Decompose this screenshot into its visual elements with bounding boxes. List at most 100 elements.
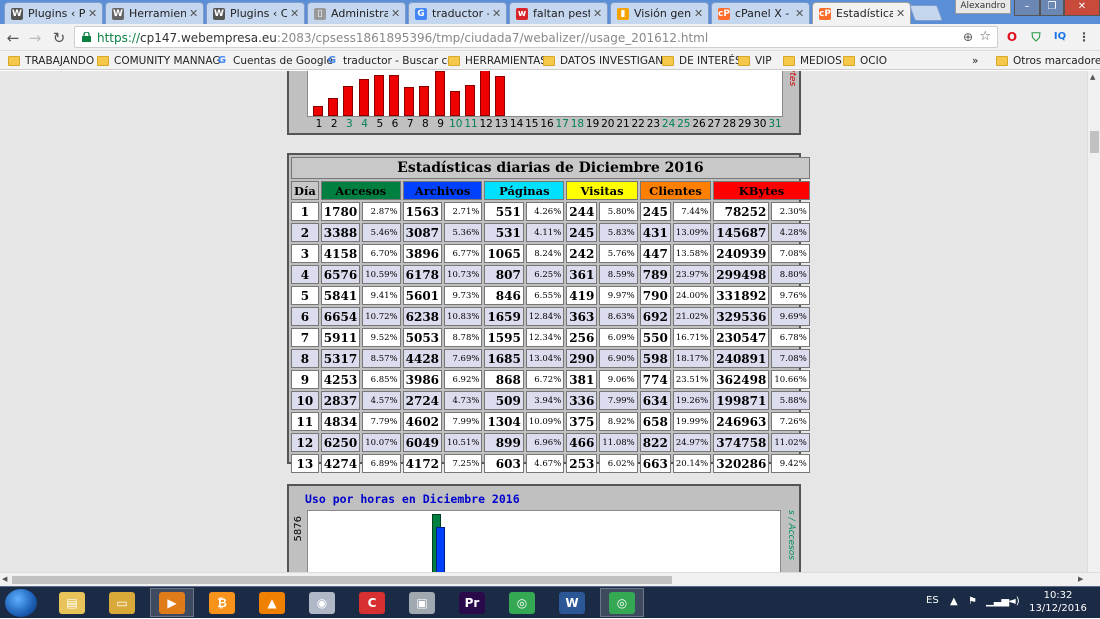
taskbar-app-8[interactable]: Pr	[450, 588, 494, 617]
cell-acc: 4158	[320, 244, 361, 263]
tab-7[interactable]: cP cPanel X - V✕	[711, 2, 810, 24]
profile-button[interactable]: Alexandro	[955, 0, 1011, 14]
cell-arc: 1563	[402, 202, 443, 221]
premiere-icon: Pr	[459, 591, 485, 614]
cell-vis: 419	[566, 286, 598, 305]
minimize-button[interactable]: –	[1014, 0, 1040, 16]
horizontal-scroll-thumb[interactable]	[12, 576, 672, 584]
language-indicator[interactable]: ES	[926, 595, 939, 606]
close-icon[interactable]: ✕	[290, 7, 300, 20]
taskbar-app-9[interactable]: ◎	[500, 588, 544, 617]
taskbar-app-5[interactable]: ◉	[300, 588, 344, 617]
kbytes-bar	[373, 75, 384, 116]
taskbar-app-11[interactable]: ◎	[600, 588, 644, 617]
zoom-icon[interactable]: ⊕	[963, 30, 973, 44]
iq-extension-icon[interactable]: IQ	[1052, 29, 1068, 45]
cell-cli: 789	[639, 265, 671, 284]
taskbar-app-1[interactable]: ▭	[100, 588, 144, 617]
table-row: 1 1780 2.87% 1563 2.71% 551 4.26% 244 5.80% 245 7.…	[291, 202, 810, 221]
shield-extension-icon[interactable]: ⛉	[1028, 29, 1044, 45]
tab-5[interactable]: w faltan pesta✕	[509, 2, 608, 24]
taskbar-app-7[interactable]: ▣	[400, 588, 444, 617]
opera-extension-icon[interactable]: O	[1004, 29, 1020, 45]
close-icon[interactable]: ✕	[593, 7, 603, 20]
tab-8[interactable]: cP Estadísticas✕	[812, 2, 911, 24]
tab-3[interactable]: ▯ Administra ✕	[307, 2, 406, 24]
close-window-button[interactable]: ✕	[1064, 0, 1100, 16]
taskbar-app-10[interactable]: W	[550, 588, 594, 617]
day-tick-label: 22	[631, 118, 645, 130]
bookmark-7[interactable]: VIP	[738, 53, 772, 68]
cell-cli: 692	[639, 307, 671, 326]
tray-expand-icon[interactable]: ▲	[950, 596, 958, 607]
cell-dia: 13	[291, 454, 319, 473]
cell-acc: 6654	[320, 307, 361, 326]
bookmark-star-icon[interactable]: ☆	[979, 29, 991, 44]
bookmark-2[interactable]: G Cuentas de Google	[216, 53, 333, 68]
cell-cli: 550	[639, 328, 671, 347]
bookmark-0[interactable]: TRABAJANDO	[8, 53, 94, 68]
cell-pagp: 6.72%	[525, 370, 565, 389]
cell-visp: 8.59%	[599, 265, 638, 284]
browser-chrome: WPlugins ‹ Pr✕WHerramienta✕WPlugins ‹ Cr…	[0, 0, 1100, 70]
tab-0[interactable]: W Plugins ‹ Pr ✕	[4, 2, 103, 24]
cell-vis: 336	[566, 391, 598, 410]
close-icon[interactable]: ✕	[189, 7, 199, 20]
bookmarks-overflow[interactable]: »	[972, 53, 978, 68]
vertical-scroll-thumb[interactable]	[1090, 131, 1099, 153]
volume-icon[interactable]: ◄)	[1008, 596, 1020, 607]
maximize-button[interactable]: ❐	[1040, 0, 1064, 16]
cell-acc: 6576	[320, 265, 361, 284]
tab-4[interactable]: Gtraductor - ✕	[408, 2, 507, 24]
taskbar-app-0[interactable]: ▤	[50, 588, 94, 617]
clock[interactable]: 10:32 13/12/2016	[1028, 589, 1088, 615]
cell-cli: 790	[639, 286, 671, 305]
close-icon[interactable]: ✕	[88, 7, 98, 20]
bookmark-5[interactable]: DATOS INVESTIGAND	[543, 53, 671, 68]
day-tick-label: 5	[376, 118, 384, 130]
close-icon[interactable]: ✕	[694, 7, 704, 20]
day-tick-label: 30	[753, 118, 767, 130]
network-icon[interactable]: ▁▃▅	[986, 596, 1009, 607]
bookmark-6[interactable]: DE INTERÉS	[662, 53, 742, 68]
vertical-scrollbar[interactable]: ▲	[1087, 71, 1100, 572]
cell-visp: 8.92%	[599, 412, 638, 431]
other-bookmarks[interactable]: Otros marcadores	[996, 53, 1100, 68]
close-icon[interactable]: ✕	[492, 7, 502, 20]
taskbar-app-6[interactable]: C	[350, 588, 394, 617]
action-center-icon[interactable]: ⚑	[968, 596, 977, 607]
close-icon[interactable]: ✕	[795, 7, 805, 20]
menu-icon[interactable]: ⋮	[1076, 29, 1092, 45]
bookmark-9[interactable]: OCIO	[843, 53, 887, 68]
forward-button[interactable]: →	[26, 29, 44, 47]
cell-vis: 466	[566, 433, 598, 452]
close-icon[interactable]: ✕	[896, 7, 906, 20]
start-button[interactable]	[5, 589, 37, 617]
scroll-left-icon[interactable]: ◀	[2, 575, 7, 583]
tab-2[interactable]: W Plugins ‹ Cr ✕	[206, 2, 305, 24]
scroll-up-icon[interactable]: ▲	[1090, 73, 1095, 81]
scroll-right-icon[interactable]: ▶	[1078, 575, 1083, 583]
reload-button[interactable]: ↻	[50, 29, 68, 47]
cell-kbp: 4.28%	[771, 223, 810, 242]
kbytes-bar	[389, 75, 399, 116]
table-row: 2 3388 5.46% 3087 5.36% 531 4.11% 245 5.83% 431 13…	[291, 223, 810, 242]
taskbar-app-2[interactable]: ▶	[150, 588, 194, 617]
tab-1[interactable]: W Herramienta✕	[105, 2, 204, 24]
taskbar-app-4[interactable]: ▲	[250, 588, 294, 617]
folder-icon	[97, 55, 109, 66]
tab-6[interactable]: ▮ Visión gene✕	[610, 2, 709, 24]
taskbar-app-3[interactable]: ₿	[200, 588, 244, 617]
address-bar[interactable]: https://cp147.webempresa.eu:2083/cpsess1…	[74, 26, 998, 48]
back-button[interactable]: ←	[4, 29, 22, 47]
bookmark-8[interactable]: MEDIOS	[783, 53, 842, 68]
close-icon[interactable]: ✕	[391, 7, 401, 20]
bookmark-4[interactable]: HERRAMIENTAS	[448, 53, 547, 68]
cell-dia: 3	[291, 244, 319, 263]
chrome-icon: ◎	[609, 591, 635, 614]
bookmark-3[interactable]: Gtraductor - Buscar cor	[326, 53, 458, 68]
new-tab-button[interactable]	[909, 5, 943, 21]
bookmark-1[interactable]: COMUNITY MANNAG	[97, 53, 221, 68]
kbytes-bar	[328, 98, 339, 116]
horizontal-scrollbar[interactable]: ◀ ▶	[0, 572, 1100, 586]
